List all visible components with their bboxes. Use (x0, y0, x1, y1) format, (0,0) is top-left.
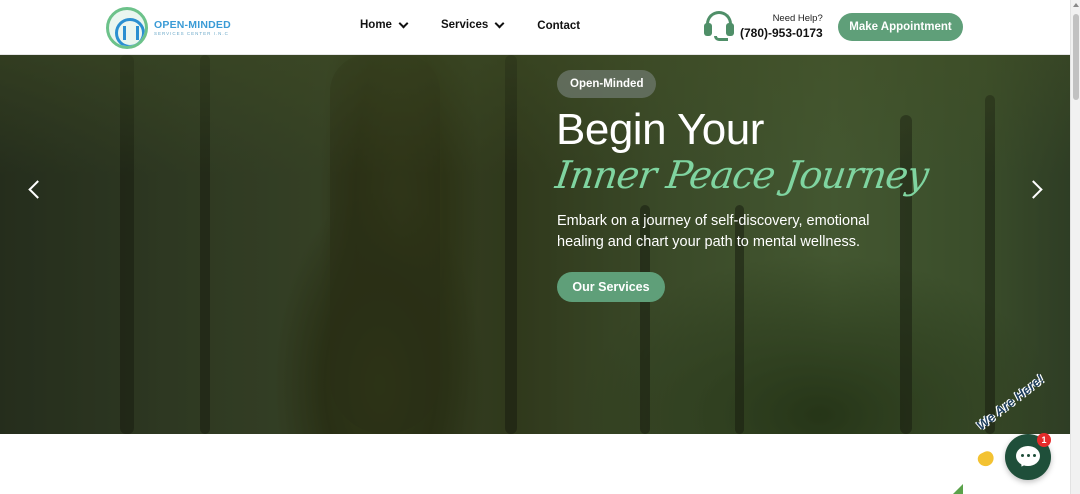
nav-item-services-label: Services (440, 19, 489, 31)
nav-item-contact-label: Contact (537, 20, 581, 32)
hero-slider: Open-Minded Begin Your Inner Peace Journ… (0, 55, 1070, 434)
hero-badge: Open-Minded (557, 70, 657, 98)
slider-prev-button[interactable] (24, 177, 48, 201)
headset-icon (704, 10, 734, 42)
make-appointment-button[interactable]: Make Appointment (838, 13, 963, 41)
chat-unread-badge: 1 (1037, 433, 1051, 447)
nav-item-contact[interactable]: Contact (537, 20, 580, 32)
leaf-decoration (953, 484, 963, 494)
page: OPEN-MINDED SERVICES CENTER I.N.C Home S… (0, 0, 1080, 494)
chevron-down-icon (398, 18, 409, 28)
logo-subtitle: SERVICES CENTER I.N.C (154, 31, 229, 36)
main-nav: Home Services Contact (360, 18, 580, 32)
our-services-button[interactable]: Our Services (557, 272, 665, 302)
logo-mark-icon (106, 7, 148, 49)
nav-item-home[interactable]: Home (360, 18, 409, 32)
nav-item-services[interactable]: Services (440, 18, 505, 32)
scrollbar-thumb[interactable] (1073, 14, 1079, 100)
slider-next-button[interactable] (1024, 177, 1048, 201)
waving-hand-icon (975, 449, 997, 469)
help-text: Need Help? (780)-953-0173 (740, 13, 823, 40)
hero-script-title: Inner Peace Journey (552, 153, 931, 197)
logo-name: OPEN-MINDED (154, 18, 231, 31)
hero-title: Begin Your (556, 105, 764, 154)
hero-description: Embark on a journey of self-discovery, e… (557, 213, 870, 250)
scroll-up-arrow-icon[interactable] (1073, 3, 1079, 7)
chat-dots (1021, 454, 1036, 457)
help-phone[interactable]: (780)-953-0173 (740, 26, 823, 40)
nav-item-home-label: Home (360, 19, 392, 31)
hero-overlay (0, 55, 1070, 434)
help-label: Need Help? (772, 12, 823, 24)
chevron-down-icon (494, 18, 505, 28)
site-header: OPEN-MINDED SERVICES CENTER I.N.C Home S… (0, 0, 1070, 55)
page-scrollbar[interactable] (1070, 0, 1080, 494)
site-logo[interactable]: OPEN-MINDED SERVICES CENTER I.N.C (106, 6, 236, 50)
logo-text: OPEN-MINDED SERVICES CENTER I.N.C (154, 18, 231, 37)
help-contact[interactable]: Need Help? (780)-953-0173 (704, 10, 823, 42)
